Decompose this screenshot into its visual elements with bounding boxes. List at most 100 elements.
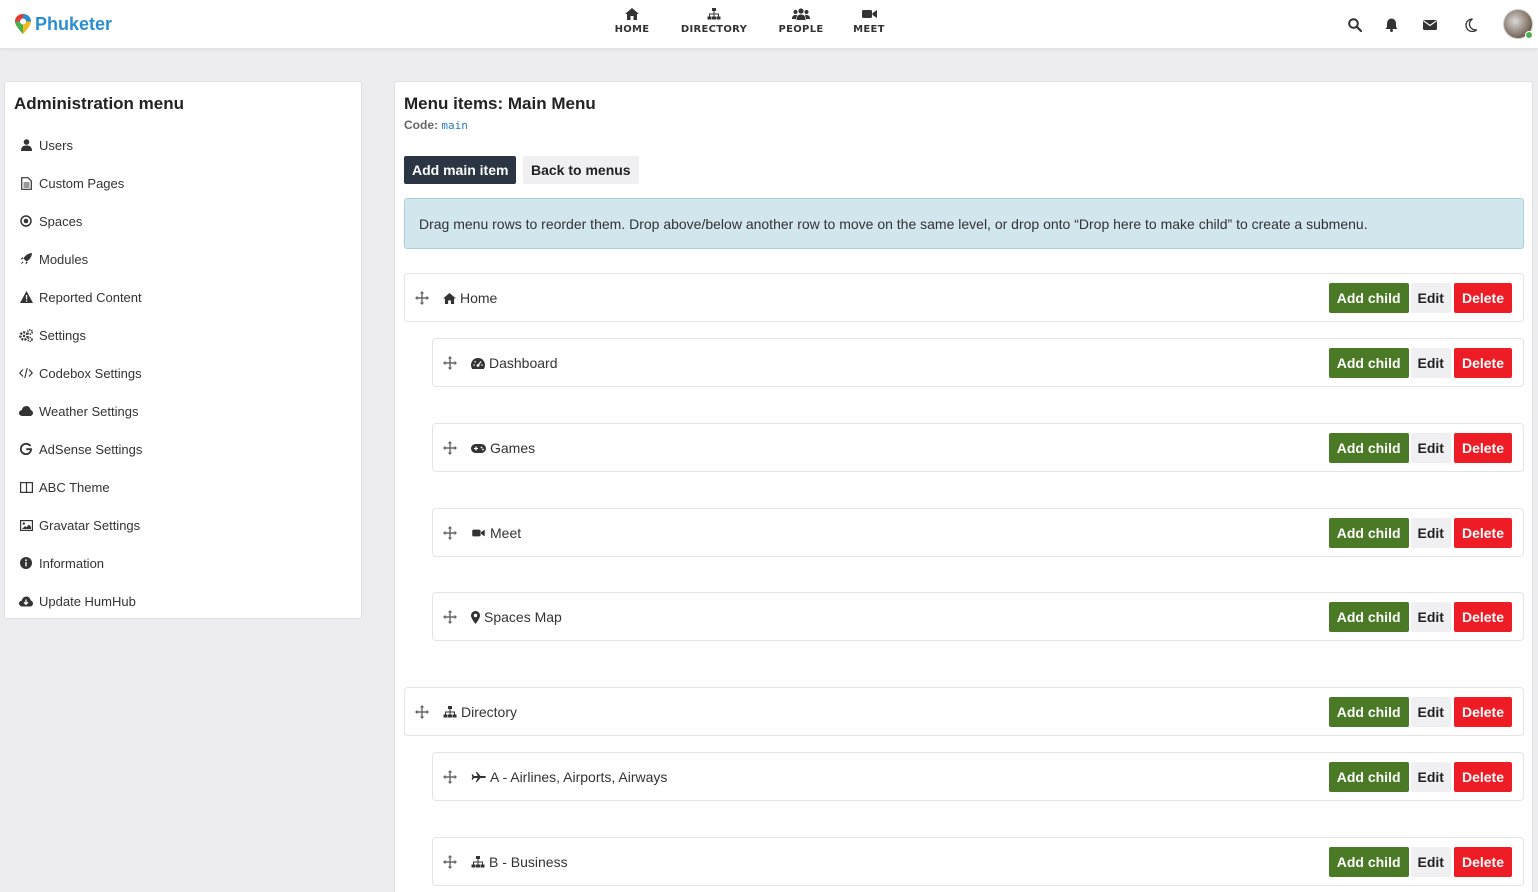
sidebar-item-label: Weather Settings bbox=[39, 403, 139, 419]
sitemap-icon bbox=[471, 856, 485, 868]
move-drag-icon[interactable] bbox=[415, 705, 429, 719]
menu-row-meet[interactable]: Meet Add child Edit Delete bbox=[432, 508, 1524, 557]
warning-icon bbox=[19, 291, 33, 303]
add-child-button[interactable]: Add child bbox=[1328, 847, 1409, 877]
move-drag-icon[interactable] bbox=[443, 770, 457, 784]
delete-button[interactable]: Delete bbox=[1453, 602, 1512, 632]
add-main-item-button[interactable]: Add main item bbox=[404, 156, 517, 184]
topnav-home[interactable]: HOME bbox=[603, 8, 661, 35]
sidebar-item-spaces[interactable]: Spaces bbox=[19, 212, 82, 230]
edit-button[interactable]: Edit bbox=[1410, 348, 1451, 378]
move-drag-icon[interactable] bbox=[443, 356, 457, 370]
top-nav: HOME DIRECTORY PEOPLE MEET bbox=[603, 8, 903, 35]
menu-row-title: A - Airlines, Airports, Airways bbox=[490, 769, 668, 785]
sidebar-item-users[interactable]: Users bbox=[19, 136, 73, 154]
menu-row-directory[interactable]: Directory Add child Edit Delete bbox=[404, 687, 1524, 736]
envelope-icon[interactable] bbox=[1423, 19, 1437, 31]
topnav-home-label: HOME bbox=[614, 24, 650, 35]
move-drag-icon[interactable] bbox=[443, 855, 457, 869]
video-icon bbox=[861, 10, 877, 18]
sidebar-item-label: Spaces bbox=[39, 213, 83, 229]
map-marker-icon bbox=[471, 610, 480, 624]
bell-icon[interactable] bbox=[1385, 18, 1398, 32]
delete-button[interactable]: Delete bbox=[1453, 283, 1512, 313]
delete-button[interactable]: Delete bbox=[1453, 847, 1512, 877]
menu-row-dashboard[interactable]: Dashboard Add child Edit Delete bbox=[432, 338, 1524, 387]
edit-button[interactable]: Edit bbox=[1410, 697, 1451, 727]
map-pin-logo-icon bbox=[15, 14, 31, 34]
move-drag-icon[interactable] bbox=[443, 526, 457, 540]
row-actions: Add child Edit Delete bbox=[1328, 283, 1512, 313]
menu-row-label: Spaces Map bbox=[471, 609, 562, 625]
edit-button[interactable]: Edit bbox=[1410, 283, 1451, 313]
move-drag-icon[interactable] bbox=[415, 291, 429, 305]
edit-button[interactable]: Edit bbox=[1410, 433, 1451, 463]
home-icon bbox=[443, 292, 456, 304]
move-drag-icon[interactable] bbox=[443, 610, 457, 624]
add-child-button[interactable]: Add child bbox=[1328, 762, 1409, 792]
sidebar-item-settings[interactable]: Settings bbox=[19, 326, 86, 344]
menu-row-label: B - Business bbox=[471, 854, 568, 870]
sidebar-item-codebox-settings[interactable]: Codebox Settings bbox=[19, 364, 142, 382]
menu-row-label: A - Airlines, Airports, Airways bbox=[471, 769, 667, 785]
sidebar-item-update-humhub[interactable]: Update HumHub bbox=[19, 592, 136, 610]
edit-button[interactable]: Edit bbox=[1410, 847, 1451, 877]
add-child-button[interactable]: Add child bbox=[1328, 283, 1409, 313]
menu-row-label: Games bbox=[471, 440, 535, 456]
file-icon bbox=[20, 176, 32, 190]
sidebar-item-weather-settings[interactable]: Weather Settings bbox=[19, 402, 138, 420]
sidebar-item-label: Modules bbox=[39, 251, 89, 267]
sidebar-item-abc-theme[interactable]: ABC Theme bbox=[19, 478, 110, 496]
add-child-button[interactable]: Add child bbox=[1328, 433, 1409, 463]
menu-row-title: Dashboard bbox=[489, 355, 558, 371]
sidebar-item-label: Custom Pages bbox=[39, 175, 125, 191]
sidebar-item-modules[interactable]: Modules bbox=[19, 250, 88, 268]
sidebar-item-custom-pages[interactable]: Custom Pages bbox=[19, 174, 124, 192]
menu-row-business[interactable]: B - Business Add child Edit Delete bbox=[432, 837, 1524, 886]
brand-logo[interactable]: Phuketer bbox=[14, 13, 112, 35]
plane-icon bbox=[471, 772, 486, 782]
sidebar-item-information[interactable]: Information bbox=[19, 554, 104, 572]
menu-row-label: Directory bbox=[443, 704, 517, 720]
delete-button[interactable]: Delete bbox=[1453, 697, 1512, 727]
topnav-directory[interactable]: DIRECTORY bbox=[661, 8, 767, 35]
add-child-button[interactable]: Add child bbox=[1328, 518, 1409, 548]
menu-row-games[interactable]: Games Add child Edit Delete bbox=[432, 423, 1524, 472]
delete-button[interactable]: Delete bbox=[1453, 433, 1512, 463]
delete-button[interactable]: Delete bbox=[1453, 348, 1512, 378]
add-child-button[interactable]: Add child bbox=[1328, 602, 1409, 632]
topnav-people[interactable]: PEOPLE bbox=[767, 8, 835, 35]
menu-row-title: B - Business bbox=[489, 854, 568, 870]
menu-row-title: Directory bbox=[461, 704, 518, 720]
sidebar-item-label: Reported Content bbox=[39, 289, 142, 305]
user-avatar[interactable] bbox=[1503, 9, 1533, 39]
topnav-meet[interactable]: MEET bbox=[835, 8, 903, 35]
add-child-button[interactable]: Add child bbox=[1328, 697, 1409, 727]
gamepad-icon bbox=[471, 443, 486, 453]
edit-button[interactable]: Edit bbox=[1410, 602, 1451, 632]
row-actions: Add child Edit Delete bbox=[1328, 348, 1512, 378]
sidebar-item-adsense-settings[interactable]: AdSense Settings bbox=[19, 440, 142, 458]
image-icon bbox=[19, 519, 33, 531]
menu-row-home[interactable]: Home Add child Edit Delete bbox=[404, 273, 1524, 322]
back-to-menus-button[interactable]: Back to menus bbox=[523, 156, 639, 184]
sidebar-item-reported-content[interactable]: Reported Content bbox=[19, 288, 142, 306]
search-icon[interactable] bbox=[1348, 18, 1362, 32]
add-child-button[interactable]: Add child bbox=[1328, 348, 1409, 378]
topnav-people-label: PEOPLE bbox=[778, 24, 824, 35]
moon-icon[interactable] bbox=[1464, 18, 1477, 32]
video-icon bbox=[472, 529, 485, 537]
sidebar-title: Administration menu bbox=[14, 94, 185, 113]
move-drag-icon[interactable] bbox=[443, 441, 457, 455]
delete-button[interactable]: Delete bbox=[1453, 762, 1512, 792]
edit-button[interactable]: Edit bbox=[1410, 518, 1451, 548]
delete-button[interactable]: Delete bbox=[1453, 518, 1512, 548]
menu-row-airlines[interactable]: A - Airlines, Airports, Airways Add chil… bbox=[432, 752, 1524, 801]
code-label: Code: bbox=[404, 118, 438, 132]
menu-row-title: Home bbox=[460, 290, 498, 306]
menu-row-spaces-map[interactable]: Spaces Map Add child Edit Delete bbox=[432, 592, 1524, 641]
row-actions: Add child Edit Delete bbox=[1328, 847, 1512, 877]
menu-row-label: Dashboard bbox=[471, 355, 558, 371]
edit-button[interactable]: Edit bbox=[1410, 762, 1451, 792]
sidebar-item-gravatar-settings[interactable]: Gravatar Settings bbox=[19, 516, 140, 534]
